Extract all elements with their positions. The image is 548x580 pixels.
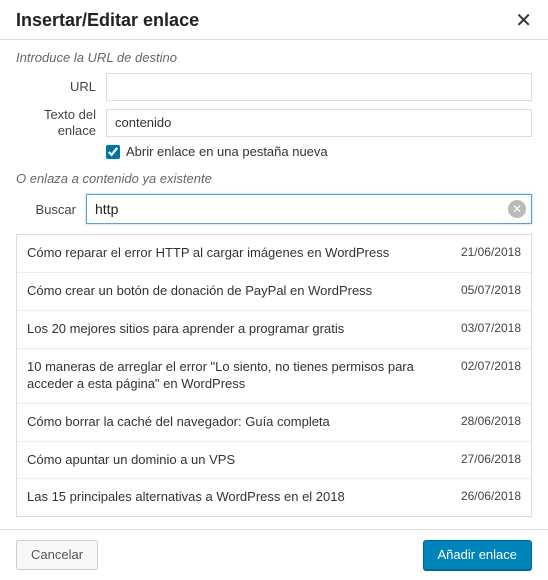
result-item[interactable]: Cómo crear un botón de donación de PayPa… bbox=[17, 273, 531, 311]
url-row: URL bbox=[16, 73, 532, 101]
result-date: 28/06/2018 bbox=[453, 414, 521, 428]
search-input[interactable] bbox=[86, 194, 532, 224]
result-title: Cómo apuntar un dominio a un VPS bbox=[27, 452, 443, 469]
existing-heading: O enlaza a contenido ya existente bbox=[16, 171, 532, 186]
search-row: Buscar ✕ bbox=[16, 194, 532, 224]
result-title: 10 maneras de arreglar el error "Lo sien… bbox=[27, 359, 443, 393]
dialog-header: Insertar/Editar enlace ✕ bbox=[0, 0, 548, 40]
close-icon[interactable]: ✕ bbox=[515, 11, 532, 31]
result-item[interactable]: Cómo reparar el error HTTP al cargar imá… bbox=[17, 235, 531, 273]
result-title: Cómo crear un botón de donación de PayPa… bbox=[27, 283, 443, 300]
result-date: 26/06/2018 bbox=[453, 489, 521, 503]
dialog-title: Insertar/Editar enlace bbox=[16, 10, 199, 31]
dialog-footer: Cancelar Añadir enlace bbox=[0, 529, 548, 580]
result-item[interactable]: Cómo borrar la caché del navegador: Guía… bbox=[17, 404, 531, 442]
result-item[interactable]: 10 maneras de arreglar el error "Lo sien… bbox=[17, 349, 531, 404]
clear-search-icon[interactable]: ✕ bbox=[508, 200, 526, 218]
result-title: Las 15 principales alternativas a WordPr… bbox=[27, 489, 443, 506]
result-date: 27/06/2018 bbox=[453, 452, 521, 466]
link-text-input[interactable] bbox=[106, 109, 532, 137]
link-dialog: Insertar/Editar enlace ✕ Introduce la UR… bbox=[0, 0, 548, 580]
new-tab-checkbox[interactable] bbox=[106, 145, 120, 159]
new-tab-label: Abrir enlace en una pestaña nueva bbox=[126, 144, 328, 159]
search-input-wrap: ✕ bbox=[86, 194, 532, 224]
cancel-button[interactable]: Cancelar bbox=[16, 540, 98, 570]
results-list: Cómo reparar el error HTTP al cargar imá… bbox=[16, 234, 532, 517]
link-text-label: Texto del enlace bbox=[16, 107, 106, 138]
result-date: 03/07/2018 bbox=[453, 321, 521, 335]
result-title: Los 20 mejores sitios para aprender a pr… bbox=[27, 321, 443, 338]
result-title: Cómo reparar el error HTTP al cargar imá… bbox=[27, 245, 443, 262]
result-item[interactable]: Los 20 mejores sitios para aprender a pr… bbox=[17, 311, 531, 349]
link-text-row: Texto del enlace bbox=[16, 107, 532, 138]
url-input[interactable] bbox=[106, 73, 532, 101]
search-label: Buscar bbox=[16, 202, 86, 217]
result-item[interactable]: Cómo apuntar un dominio a un VPS 27/06/20… bbox=[17, 442, 531, 480]
dialog-body: Introduce la URL de destino URL Texto de… bbox=[0, 40, 548, 517]
result-date: 05/07/2018 bbox=[453, 283, 521, 297]
result-date: 02/07/2018 bbox=[453, 359, 521, 373]
new-tab-row: Abrir enlace en una pestaña nueva bbox=[106, 144, 532, 159]
add-link-button[interactable]: Añadir enlace bbox=[423, 540, 533, 570]
intro-text: Introduce la URL de destino bbox=[16, 50, 532, 65]
result-title: Cómo borrar la caché del navegador: Guía… bbox=[27, 414, 443, 431]
result-item[interactable]: Las 15 principales alternativas a WordPr… bbox=[17, 479, 531, 516]
url-label: URL bbox=[16, 79, 106, 95]
result-date: 21/06/2018 bbox=[453, 245, 521, 259]
